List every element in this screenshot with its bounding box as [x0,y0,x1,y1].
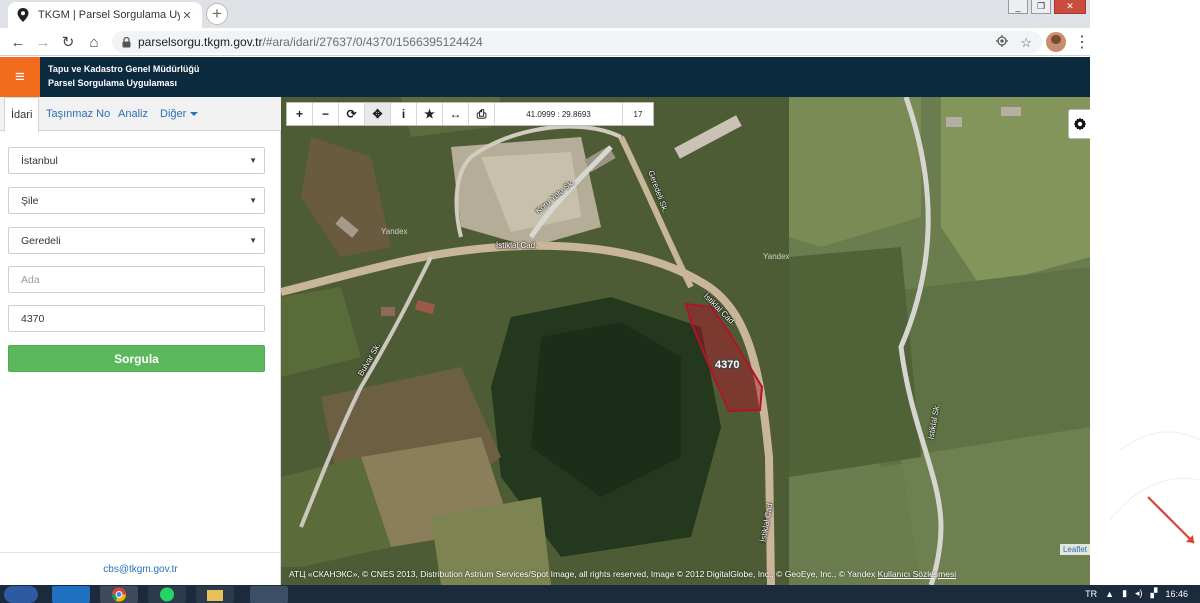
coordinate-readout: 41.0999 : 29.8693 [495,103,623,125]
dropdown-arrow-icon: ▼ [249,236,257,245]
browser-tab-strip: TKGM | Parsel Sorgulama Uygula ✕ + _ ❐ ✕ [0,0,1090,28]
new-tab-button[interactable]: + [206,3,228,25]
maximize-button[interactable]: ❐ [1031,0,1051,14]
windows-taskbar: TR ▲ ▮ ◂) ▞ 16:46 [0,585,1200,603]
terms-link[interactable]: Kullanıcı Sözleşmesi [878,569,956,579]
zoom-level-readout: 17 [633,109,643,119]
lock-icon [122,36,132,48]
signal-icon[interactable]: ▞ [1151,588,1158,599]
favorite-star-icon[interactable]: ★ [417,103,443,125]
map-imagery [281,97,1090,585]
province-select[interactable]: İstanbul ▼ [8,147,265,174]
query-button[interactable]: Sorgula [8,345,265,372]
location-target-icon[interactable] [996,35,1009,51]
tray-up-arrow-icon[interactable]: ▲ [1105,589,1114,599]
province-value: İstanbul [21,154,58,167]
chrome-app-icon[interactable] [100,586,138,603]
system-tray: TR ▲ ▮ ◂) ▞ 16:46 [1085,588,1188,599]
red-arrow-icon [1109,431,1200,544]
measure-icon[interactable]: ↔ [443,103,469,125]
tab-analiz[interactable]: Analiz [112,97,154,131]
file-explorer-icon[interactable] [196,586,234,603]
block-input[interactable]: Ada [8,266,265,293]
refresh-icon[interactable]: ⟳ [339,103,365,125]
clock[interactable]: 16:46 [1165,589,1188,599]
neighborhood-select[interactable]: Geredeli ▼ [8,227,265,254]
road-label-istiklal: İstiklal Cad. [496,241,538,250]
close-window-button[interactable]: ✕ [1054,0,1086,14]
desktop-background [1090,0,1200,585]
neighborhood-value: Geredeli [21,234,61,247]
zoom-in-button[interactable]: + [287,103,313,125]
app-header: ≡ Tapu ve Kadastro Genel Müdürlüğü Parse… [0,57,1090,97]
home-button[interactable]: ⌂ [84,32,104,52]
language-indicator[interactable]: TR [1085,589,1097,599]
whatsapp-app-icon[interactable] [148,586,186,603]
leaflet-link[interactable]: Leaflet [1059,544,1090,555]
parcel-input[interactable]: 4370 [8,305,265,332]
url-host: parselsorgu.tkgm.gov.tr [138,35,263,49]
browser-menu-icon[interactable]: ⋮ [1074,32,1090,52]
org-title: Tapu ve Kadastro Genel Müdürlüğü [48,64,200,74]
bookmark-star-icon[interactable]: ☆ [1020,35,1032,51]
network-icon[interactable]: ▮ [1122,588,1127,599]
tab-tasinmaz-no[interactable]: Taşınmaz No [40,97,116,131]
app-subtitle: Parsel Sorgulama Uygulaması [48,78,178,88]
back-button[interactable]: ← [8,32,28,52]
query-sidebar: İdari Taşınmaz No Analiz Diğer İstanbul … [0,97,281,585]
app-icon[interactable] [250,586,288,603]
dropdown-arrow-icon: ▼ [249,196,257,205]
minimize-button[interactable]: _ [1008,0,1028,14]
yandex-watermark: Yandex [381,227,408,236]
parcel-label: 4370 [715,359,740,371]
start-button-icon[interactable] [4,586,38,603]
url-input[interactable]: parselsorgu.tkgm.gov.tr /#ara/idari/2763… [112,31,1042,53]
map-toolbar: + − ⟳ ✥ i ★ ↔ ⎙ 41.0999 : 29.8693 17 [286,102,654,126]
print-icon[interactable]: ⎙ [469,103,495,125]
parcel-value: 4370 [21,312,45,325]
yandex-watermark: Yandex [763,252,790,261]
map-attribution: АТЦ «СКАНЭКС», © CNES 2013, Distribution… [289,569,1089,579]
caret-down-icon [190,112,199,117]
forward-button[interactable]: → [33,32,53,52]
tab-diger[interactable]: Diğer [154,97,204,131]
tab-diger-label: Diğer [160,108,187,120]
location-pin-icon [16,8,30,22]
district-value: Şile [21,194,39,207]
dropdown-arrow-icon: ▼ [249,156,257,165]
district-select[interactable]: Şile ▼ [8,187,265,214]
pan-move-icon[interactable]: ✥ [365,103,391,125]
outlook-app-icon[interactable] [52,586,90,603]
settings-gear-icon[interactable] [1068,109,1090,139]
close-tab-icon[interactable]: ✕ [180,9,194,22]
url-path: /#ara/idari/27637/0/4370/1566395124424 [262,35,483,49]
query-tabs: İdari Taşınmaz No Analiz Diğer [0,97,281,132]
tab-title: TKGM | Parsel Sorgulama Uygula [38,9,180,21]
satellite-map[interactable]: İstiklal Cad. İstiklal Cad. İstiklal Cad… [281,97,1090,585]
volume-icon[interactable]: ◂) [1135,588,1143,599]
reload-button[interactable]: ↻ [58,32,78,52]
info-icon[interactable]: i [391,103,417,125]
address-bar-row: ← → ↻ ⌂ parselsorgu.tkgm.gov.tr /#ara/id… [0,28,1090,56]
contact-email-link[interactable]: cbs@tkgm.gov.tr [0,552,281,585]
browser-tab[interactable]: TKGM | Parsel Sorgulama Uygula ✕ [8,2,202,28]
tab-idari[interactable]: İdari [4,97,40,132]
window-controls: _ ❐ ✕ [1008,0,1086,14]
hamburger-menu-button[interactable]: ≡ [0,57,40,97]
profile-avatar[interactable] [1046,32,1066,52]
block-placeholder: Ada [21,273,40,286]
attribution-text: АТЦ «СКАНЭКС», © CNES 2013, Distribution… [289,569,876,579]
zoom-out-button[interactable]: − [313,103,339,125]
